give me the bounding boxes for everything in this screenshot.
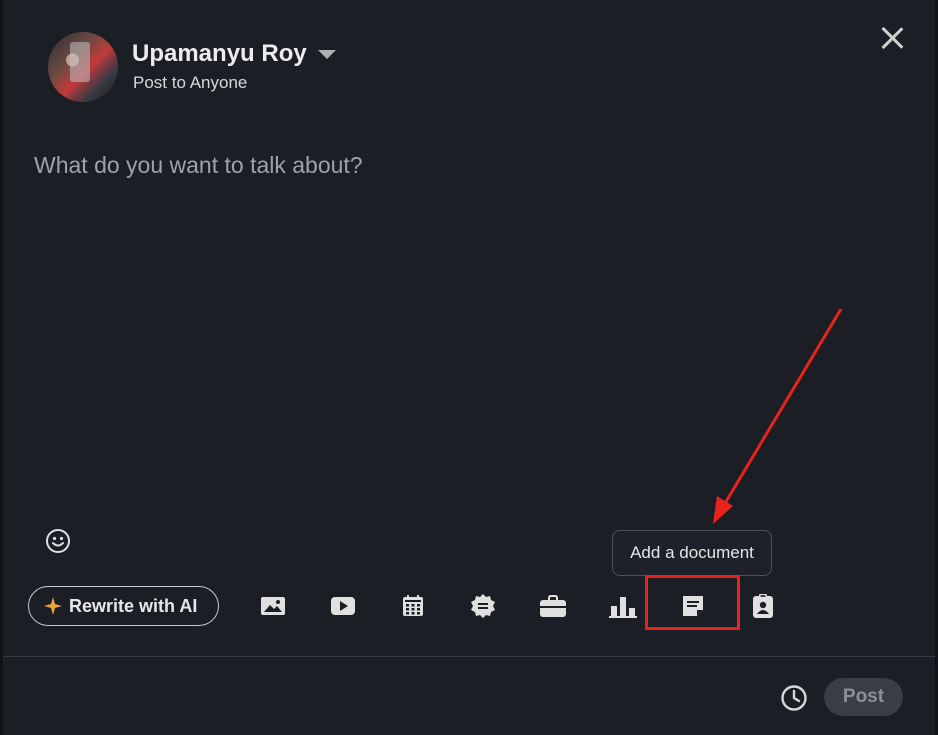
poll-chart-icon	[609, 597, 637, 618]
tooltip: Add a document	[612, 530, 772, 576]
calendar-event-icon	[403, 595, 423, 616]
celebrate-occasion-button[interactable]	[468, 591, 498, 621]
rewrite-label: Rewrite with AI	[69, 595, 198, 616]
post-text-input[interactable]	[34, 152, 894, 492]
window-edge-left	[0, 0, 3, 735]
hiring-badge-icon	[753, 594, 773, 618]
post-button[interactable]: Post	[824, 678, 903, 716]
tooltip-text: Add a document	[630, 543, 754, 562]
emoji-icon[interactable]	[44, 527, 72, 555]
briefcase-icon	[540, 595, 566, 617]
annotation-highlight-box	[645, 575, 740, 630]
find-expert-button[interactable]	[538, 591, 568, 621]
post-visibility-label[interactable]: Post to Anyone	[133, 73, 247, 93]
video-icon	[331, 597, 355, 615]
add-media-button[interactable]	[258, 591, 288, 621]
close-icon[interactable]	[876, 22, 908, 54]
share-hiring-button[interactable]	[748, 591, 778, 621]
footer-divider	[3, 656, 935, 657]
author-name[interactable]: Upamanyu Roy	[132, 40, 307, 68]
image-icon	[261, 597, 285, 615]
avatar[interactable]	[48, 32, 118, 102]
create-event-button[interactable]	[398, 591, 428, 621]
rewrite-with-ai-button[interactable]: Rewrite with AI	[28, 586, 219, 626]
celebrate-badge-icon	[471, 594, 495, 618]
add-video-button[interactable]	[328, 591, 358, 621]
sparkle-icon	[44, 597, 62, 615]
clock-icon[interactable]	[779, 683, 809, 713]
create-poll-button[interactable]	[608, 591, 638, 621]
chevron-down-icon[interactable]	[318, 50, 336, 59]
